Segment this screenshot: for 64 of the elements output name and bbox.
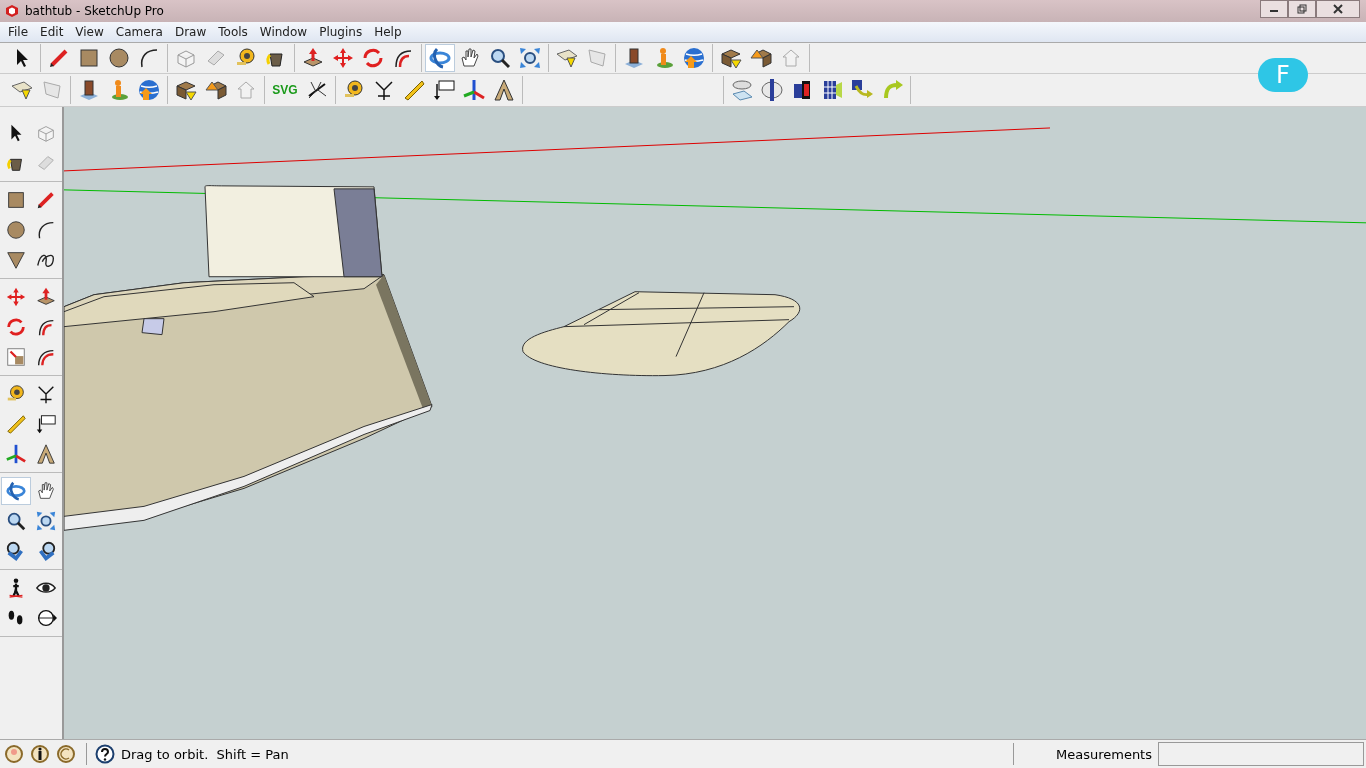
menu-item[interactable]: Tools	[212, 25, 254, 39]
drape-icon	[730, 78, 754, 102]
location-status-button[interactable]	[2, 744, 26, 764]
map-down-arrow-icon	[10, 78, 34, 102]
search-icon	[488, 46, 512, 70]
account-status-button[interactable]	[54, 744, 78, 764]
globe-icon	[682, 46, 706, 70]
orbit-icon	[5, 480, 27, 502]
label-icon	[432, 78, 456, 102]
hand-icon	[35, 480, 57, 502]
menu-item[interactable]: Camera	[109, 25, 169, 39]
scale-icon	[5, 346, 27, 368]
triangle-icon	[5, 249, 27, 271]
search-icon	[5, 510, 27, 532]
globe-icon	[137, 78, 161, 102]
app-logo-icon	[4, 3, 20, 19]
orbit-tool[interactable]	[425, 44, 455, 72]
account-status-icon	[56, 744, 76, 764]
location-status-icon	[4, 744, 24, 764]
axes-icon	[462, 78, 486, 102]
rotate-icon	[5, 316, 27, 338]
zoom-extents-icon	[35, 510, 57, 532]
circle-icon	[107, 46, 131, 70]
axes-icon	[5, 443, 27, 465]
menu-item[interactable]: Edit	[34, 25, 70, 39]
restore-icon	[1297, 4, 1307, 14]
section-marker-icon	[35, 607, 57, 629]
menu-item[interactable]: Draw	[168, 25, 213, 39]
close-button[interactable]	[1316, 0, 1360, 18]
measurements-label: Measurements	[1055, 746, 1152, 762]
close-icon	[1333, 4, 1343, 14]
orbit-tool[interactable]	[1, 477, 31, 505]
four-arrow-icon	[5, 286, 27, 308]
window-title: bathtub - SketchUp Pro	[25, 4, 164, 18]
raised-triangle-icon	[492, 78, 516, 102]
rotate-icon	[361, 46, 385, 70]
paper-icon	[585, 46, 609, 70]
protractor-icon	[402, 78, 426, 102]
menu-item[interactable]: View	[69, 25, 110, 39]
label-icon	[35, 413, 57, 435]
zoom-extents-icon	[518, 46, 542, 70]
menu-item[interactable]: Plugins	[313, 25, 369, 39]
rectangle-icon	[77, 46, 101, 70]
info-icon	[30, 744, 50, 764]
menu-item[interactable]: Window	[253, 25, 314, 39]
rectangle-icon	[5, 189, 27, 211]
minimize-button[interactable]	[1260, 0, 1288, 18]
push-pull-icon	[35, 286, 57, 308]
four-arrow-icon	[331, 46, 355, 70]
status-hint: Drag to orbit. Shift = Pan	[121, 746, 289, 762]
section-cut-icon	[760, 78, 784, 102]
protractor-icon	[5, 413, 27, 435]
help-icon[interactable]	[95, 744, 115, 764]
raised-triangle-icon	[35, 443, 57, 465]
dimension-icon	[372, 78, 396, 102]
measurements-field[interactable]	[1158, 742, 1364, 766]
menu-item[interactable]: File	[2, 25, 35, 39]
credits-status-button[interactable]	[28, 744, 52, 764]
restore-button[interactable]	[1288, 0, 1316, 18]
orbit-icon	[428, 46, 452, 70]
circle-icon	[5, 219, 27, 241]
paper-icon	[40, 78, 64, 102]
menu-item[interactable]: Help	[368, 25, 408, 39]
map-down-arrow-icon	[555, 46, 579, 70]
